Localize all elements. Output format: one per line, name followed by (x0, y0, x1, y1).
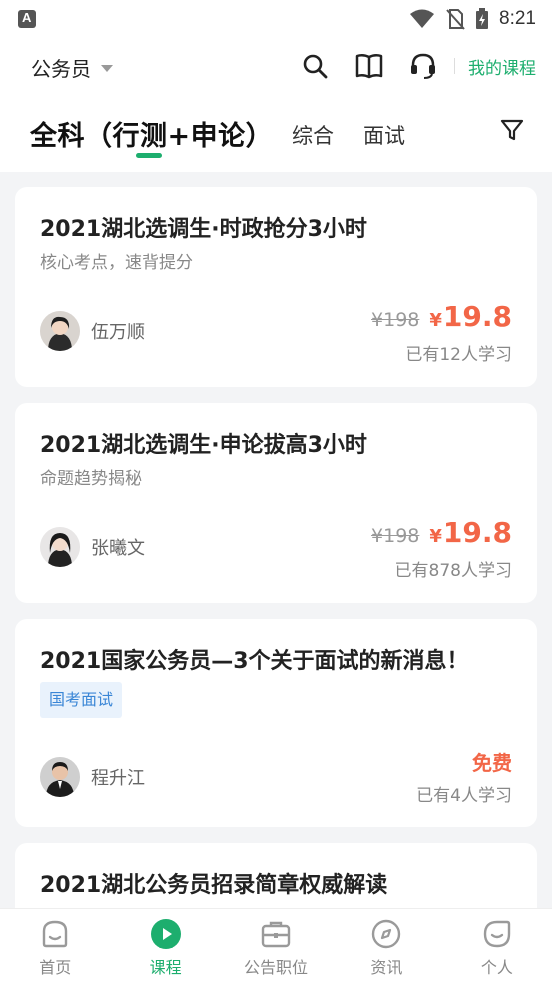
course-card[interactable]: 2021湖北选调生·申论拔高3小时 命题趋势揭秘 张曦文 ¥198 ¥19.8 … (15, 403, 537, 603)
course-card[interactable]: 2021湖北选调生·时政抢分3小时 核心考点，速背提分 伍万顺 ¥198 ¥19… (15, 187, 537, 387)
exam-category-selector[interactable]: 公务员 (31, 53, 113, 82)
subject-tabs: 全科（行测+申论） 综合 面试 (0, 100, 552, 172)
course-title: 2021国家公务员—3个关于面试的新消息！ (40, 649, 469, 674)
course-tag: 国考面试 (40, 682, 123, 718)
open-book-icon (355, 53, 383, 79)
teacher-info: 伍万顺 (40, 311, 145, 351)
active-tab-indicator (136, 153, 162, 158)
teacher-name: 程升江 (91, 768, 145, 789)
bottom-navigation: 首页 课程 公告职位 资讯 个人 (0, 908, 552, 983)
chevron-down-icon (101, 65, 113, 72)
nav-item-home[interactable]: 首页 (0, 909, 110, 983)
teacher-name: 张曦文 (91, 538, 145, 559)
search-button[interactable] (300, 50, 330, 82)
teacher-name: 伍万顺 (91, 322, 145, 343)
nav-item-announcements[interactable]: 公告职位 (221, 909, 331, 983)
clock-time: 8:21 (499, 8, 536, 29)
current-price: ¥19.8 (429, 300, 512, 333)
top-bar: 公务员 我的课程 (0, 38, 552, 100)
play-circle-icon (150, 919, 181, 949)
original-price: ¥198 (371, 309, 420, 331)
tab-comprehensive[interactable]: 综合 (292, 120, 334, 150)
course-subtitle: 核心考点，速背提分 (40, 253, 193, 273)
course-title: 2021湖北公务员招录简章权威解读 (40, 873, 388, 898)
compass-icon (372, 919, 401, 949)
tab-interview[interactable]: 面试 (363, 120, 405, 150)
divider (454, 58, 455, 74)
search-icon (303, 54, 328, 79)
book-button[interactable] (354, 50, 384, 82)
course-subtitle: 命题趋势揭秘 (40, 469, 142, 489)
price-row: ¥198 ¥19.8 (371, 300, 512, 333)
headset-icon (411, 53, 435, 79)
course-title: 2021湖北选调生·时政抢分3小时 (40, 217, 367, 242)
wifi-icon (410, 9, 435, 28)
nav-item-news[interactable]: 资讯 (331, 909, 441, 983)
battery-charging-icon (476, 8, 489, 29)
teacher-avatar (40, 311, 80, 351)
nav-label: 公告职位 (244, 958, 309, 977)
profile-face-icon (483, 920, 511, 948)
price-row: ¥198 ¥19.8 (371, 516, 512, 549)
app-notification-icon (18, 10, 36, 28)
nav-label: 课程 (149, 958, 182, 977)
teacher-avatar (40, 757, 80, 797)
home-face-icon (43, 920, 68, 948)
course-card[interactable]: 2021国家公务员—3个关于面试的新消息！ 国考面试 程升江 免费 已有4人学习 (15, 619, 537, 827)
learner-count: 已有12人学习 (405, 345, 512, 365)
status-bar: 8:21 (0, 0, 552, 38)
no-sim-icon (446, 9, 465, 30)
customer-service-button[interactable] (408, 50, 438, 82)
teacher-avatar (40, 527, 80, 567)
my-courses-link[interactable]: 我的课程 (468, 54, 536, 79)
free-label: 免费 (472, 751, 512, 775)
learner-count: 已有4人学习 (416, 786, 512, 806)
original-price: ¥198 (371, 525, 420, 547)
nav-item-profile[interactable]: 个人 (442, 909, 552, 983)
exam-category-label: 公务员 (31, 57, 91, 81)
nav-item-course[interactable]: 课程 (110, 909, 220, 983)
nav-label: 资讯 (370, 958, 403, 977)
teacher-info: 张曦文 (40, 527, 145, 567)
nav-label: 首页 (39, 958, 72, 977)
learner-count: 已有878人学习 (394, 561, 512, 581)
header: 公务员 我的课程 全科（行测+申论） 综合 面试 (0, 38, 552, 172)
tab-all-subjects[interactable]: 全科（行测+申论） (30, 114, 273, 153)
nav-label: 个人 (480, 958, 513, 977)
current-price: ¥19.8 (429, 516, 512, 549)
filter-button[interactable] (500, 118, 524, 146)
filter-icon (500, 119, 524, 141)
teacher-info: 程升江 (40, 757, 145, 797)
briefcase-icon (261, 921, 291, 948)
course-title: 2021湖北选调生·申论拔高3小时 (40, 433, 367, 458)
